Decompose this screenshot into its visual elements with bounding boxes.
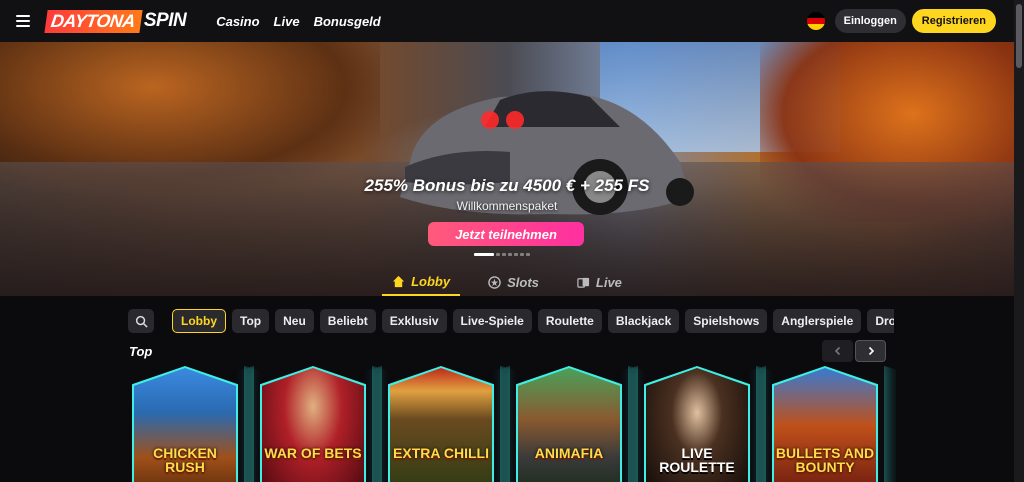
game-thumbnail xyxy=(518,368,620,482)
home-icon xyxy=(393,275,405,287)
account-actions: Einloggen Registrieren xyxy=(806,9,996,33)
game-card[interactable]: ANIMAFIA xyxy=(516,366,622,482)
register-button[interactable]: Registrieren xyxy=(911,9,996,33)
german-flag-icon[interactable] xyxy=(806,12,825,30)
carousel-dot[interactable] xyxy=(474,253,494,256)
carousel-dot[interactable] xyxy=(502,253,506,256)
top-navbar: DAYTONA SPIN Casino Live Bonusgeld Einlo… xyxy=(0,0,1014,42)
hero-banner[interactable]: 255% Bonus bis zu 4500 € + 255 FS Willko… xyxy=(0,42,1014,296)
tab-slots-label: Slots xyxy=(507,274,539,290)
category-roulette[interactable]: Roulette xyxy=(537,309,602,333)
live-cards-icon xyxy=(577,277,589,288)
game-card[interactable]: BULLETS AND BOUNTY xyxy=(772,366,878,482)
nav-bonusgeld[interactable]: Bonusgeld xyxy=(314,14,381,29)
game-title: BULLETS AND BOUNTY xyxy=(775,445,875,475)
tab-live[interactable]: Live xyxy=(567,268,632,296)
join-now-button[interactable]: Jetzt teilnehmen xyxy=(428,222,584,246)
logo[interactable]: DAYTONA SPIN xyxy=(44,9,187,33)
category-live-spiele[interactable]: Live-Spiele xyxy=(452,309,532,333)
carousel-dot[interactable] xyxy=(496,253,500,256)
hero-subtitle: Willkommenspaket xyxy=(456,199,558,213)
hamburger-menu-icon[interactable] xyxy=(16,7,44,35)
prev-button[interactable] xyxy=(822,340,853,362)
category-exklusiv[interactable]: Exklusiv xyxy=(381,309,447,333)
search-button[interactable] xyxy=(128,309,154,333)
games-carousel: CHICKEN RUSH WAR OF BETS EXTRA CHILLI AN… xyxy=(132,366,896,482)
section-title: Top xyxy=(129,344,153,359)
game-title: CHICKEN RUSH xyxy=(153,445,217,475)
chevron-right-icon xyxy=(868,346,874,356)
category-bar: Lobby Top Neu Beliebt Exklusiv Live-Spie… xyxy=(128,309,894,333)
hero-text: 255% Bonus bis zu 4500 € + 255 FS Willko… xyxy=(0,176,1014,213)
category-neu[interactable]: Neu xyxy=(275,309,314,333)
category-blackjack[interactable]: Blackjack xyxy=(607,309,680,333)
carousel-dot[interactable] xyxy=(520,253,524,256)
tab-lobby-label: Lobby xyxy=(411,273,451,289)
game-title: WAR OF BETS xyxy=(264,445,362,461)
game-card[interactable]: EXTRA CHILLI xyxy=(388,366,494,482)
chevron-left-icon xyxy=(834,346,840,356)
login-button[interactable]: Einloggen xyxy=(834,9,906,33)
category-drops-free[interactable]: Drops Fre xyxy=(867,309,894,333)
category-lobby[interactable]: Lobby xyxy=(172,309,226,333)
search-icon xyxy=(135,315,148,328)
game-card[interactable]: CHICKEN RUSH xyxy=(132,366,238,482)
game-title: ANIMAFIA xyxy=(534,445,604,461)
tab-lobby[interactable]: Lobby xyxy=(382,268,461,296)
carousel-pager xyxy=(822,340,886,362)
carousel-dot[interactable] xyxy=(514,253,518,256)
page-scrollbar[interactable] xyxy=(1014,0,1024,482)
main-tabs: Lobby Slots Live xyxy=(0,268,1014,296)
category-beliebt[interactable]: Beliebt xyxy=(319,309,376,333)
game-title: LIVE ROULETTE xyxy=(659,445,735,475)
game-title: EXTRA CHILLI xyxy=(393,445,489,461)
tab-slots[interactable]: Slots xyxy=(478,268,549,296)
star-icon xyxy=(488,275,501,289)
carousel-dots xyxy=(474,253,530,256)
scrollbar-thumb[interactable] xyxy=(1016,4,1022,68)
category-spielshows[interactable]: Spielshows xyxy=(685,309,768,333)
game-thumbnail xyxy=(262,368,364,482)
tab-live-label: Live xyxy=(595,274,622,290)
carousel-dot[interactable] xyxy=(508,253,512,256)
carousel-dot[interactable] xyxy=(526,253,530,256)
game-card[interactable]: WAR OF BETS xyxy=(260,366,366,482)
logo-daytona: DAYTONA xyxy=(44,9,143,33)
nav-live[interactable]: Live xyxy=(274,14,300,29)
main-nav: Casino Live Bonusgeld xyxy=(216,14,381,29)
hero-title: 255% Bonus bis zu 4500 € + 255 FS xyxy=(364,176,650,195)
category-anglerspiele[interactable]: Anglerspiele xyxy=(773,309,862,333)
game-card[interactable]: LIVE ROULETTE xyxy=(644,366,750,482)
next-button[interactable] xyxy=(855,340,886,362)
logo-spin: SPIN xyxy=(143,10,187,31)
game-thumbnail xyxy=(390,368,492,482)
nav-casino[interactable]: Casino xyxy=(216,14,259,29)
category-top[interactable]: Top xyxy=(232,309,270,333)
